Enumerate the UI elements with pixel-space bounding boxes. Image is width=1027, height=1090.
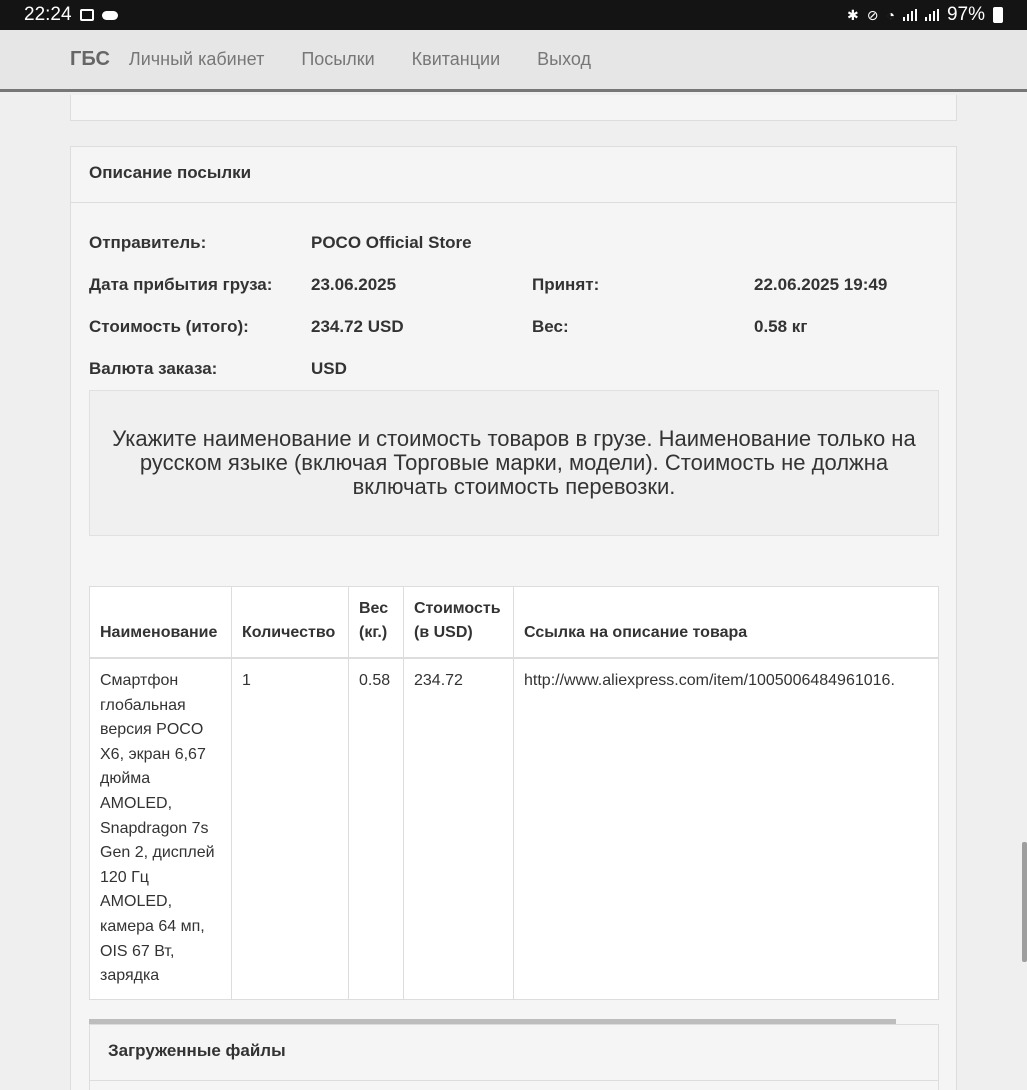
- currency-value: USD: [311, 359, 347, 378]
- item-weight: 0.58: [348, 657, 404, 1000]
- cloud-icon: [101, 10, 118, 20]
- files-panel-title: Загруженные файлы: [90, 1025, 938, 1081]
- nav-link-account[interactable]: Личный кабинет: [129, 49, 264, 70]
- weight-label: Вес:: [532, 317, 569, 336]
- clock: 22:24: [24, 4, 72, 25]
- battery-level: 97%: [946, 4, 985, 25]
- page-scrollbar[interactable]: [1022, 842, 1027, 962]
- status-bar: 22:24 ✱ ⊘ ◔ 97%: [0, 0, 1027, 30]
- mute-icon: ⊘: [866, 6, 879, 23]
- items-table: Наименование Количество Вес (кг.) Стоимо…: [89, 586, 939, 1000]
- battery-icon: [993, 7, 1003, 23]
- uploaded-files-panel: Загруженные файлы: [89, 1024, 939, 1090]
- notice-box: Укажите наименование и стоимость товаров…: [89, 390, 939, 536]
- col-header-link: Ссылка на описание товара: [513, 586, 939, 659]
- previous-panel-bottom: [70, 95, 957, 121]
- signal-icon: [902, 9, 917, 21]
- accepted-label: Принят:: [532, 275, 600, 294]
- table-header-row: Наименование Количество Вес (кг.) Стоимо…: [89, 586, 939, 659]
- wifi-icon: ◔: [886, 7, 895, 23]
- item-link[interactable]: http://www.aliexpress.com/item/100500648…: [513, 657, 939, 1000]
- nav-link-logout[interactable]: Выход: [537, 49, 591, 70]
- item-quantity: 1: [231, 657, 349, 1000]
- total-cost-value: 234.72 USD: [311, 317, 404, 336]
- table-row: Смартфон глобальная версия POCO X6, экра…: [89, 657, 939, 1000]
- arrival-date-label: Дата прибытия груза:: [89, 275, 273, 294]
- bluetooth-icon: ✱: [847, 6, 859, 23]
- total-cost-label: Стоимость (итого):: [89, 317, 249, 336]
- col-header-cost: Стоимость (в USD): [403, 586, 514, 659]
- top-navbar: ГБС Личный кабинет Посылки Квитанции Вых…: [0, 30, 1027, 92]
- item-name: Смартфон глобальная версия POCO X6, экра…: [89, 657, 232, 1000]
- panel-title: Описание посылки: [71, 147, 956, 203]
- nav-link-receipts[interactable]: Квитанции: [412, 49, 501, 70]
- image-icon: [79, 9, 94, 21]
- signal-icon: [924, 9, 939, 21]
- weight-value: 0.58 кг: [754, 317, 808, 336]
- brand-logo[interactable]: ГБС: [70, 48, 110, 71]
- currency-label: Валюта заказа:: [89, 359, 218, 378]
- item-cost: 234.72: [403, 657, 514, 1000]
- col-header-weight: Вес (кг.): [348, 586, 404, 659]
- arrival-date-value: 23.06.2025: [311, 275, 397, 294]
- sender-label: Отправитель:: [89, 233, 207, 252]
- parcel-description-panel: Описание посылки Отправитель: POCO Offic…: [70, 146, 957, 1090]
- nav-link-parcels[interactable]: Посылки: [301, 49, 374, 70]
- accepted-value: 22.06.2025 19:49: [754, 275, 888, 294]
- col-header-quantity: Количество: [231, 586, 349, 659]
- col-header-name: Наименование: [89, 586, 232, 659]
- sender-value: POCO Official Store: [311, 233, 472, 252]
